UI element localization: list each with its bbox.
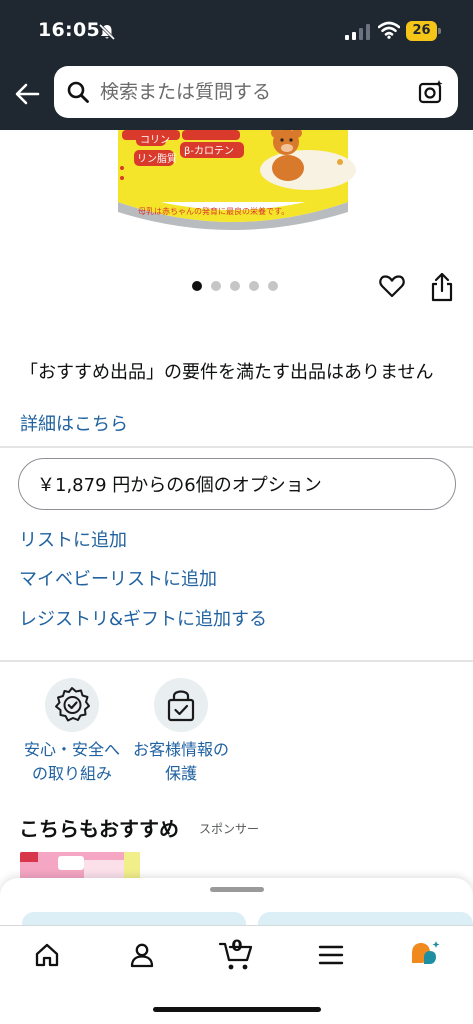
recommendations-title: こちらもおすすめ [19, 817, 179, 841]
svg-text:コリン: コリン [140, 135, 170, 146]
no-featured-offer-message: 「おすすめ出品」の要件を満たす出品はありません [20, 362, 434, 383]
tab-account[interactable] [122, 937, 162, 973]
tab-home[interactable] [27, 937, 67, 973]
top-header: 16:05 26 [0, 0, 473, 130]
carousel-dot[interactable] [192, 281, 202, 291]
signal-icon [345, 24, 370, 40]
lock-check-icon [167, 690, 195, 722]
tab-menu[interactable] [311, 937, 351, 973]
search-input[interactable] [100, 66, 400, 118]
badge-label-line: お客様情報の [132, 740, 229, 759]
shield-check-icon [55, 687, 90, 722]
cart-count-badge: 0 [231, 936, 243, 955]
heart-icon[interactable] [378, 272, 406, 300]
divider [0, 446, 473, 448]
carousel-dot[interactable] [211, 281, 221, 291]
search-bar[interactable] [54, 66, 458, 118]
user-icon [130, 943, 154, 968]
back-arrow-icon [15, 83, 40, 105]
badge-label-line: の取り組み [31, 764, 112, 783]
details-link[interactable]: 詳細はこちら [20, 410, 128, 436]
svg-text:母乳は赤ちゃんの発育に最良の栄養です。: 母乳は赤ちゃんの発育に最良の栄養です。 [138, 206, 289, 216]
carousel-dot[interactable] [230, 281, 240, 291]
add-to-registry-link[interactable]: レジストリ&ギフトに追加する [19, 605, 267, 631]
battery-level: 26 [406, 21, 437, 41]
assistant-chat-icon [412, 941, 440, 964]
sponsored-label: スポンサー [199, 822, 260, 836]
svg-text:リン脂質: リン脂質 [137, 152, 177, 165]
tab-rufus-assistant[interactable] [406, 937, 446, 973]
share-icon[interactable] [428, 272, 456, 302]
home-icon [35, 943, 59, 967]
badge-label-line: 安心・安全へ [23, 740, 120, 759]
add-to-list-link[interactable]: リストに追加 [19, 526, 127, 552]
product-can-illustration: コリン リン脂質 β-カロテン 母乳は赤ちゃんの発育に最良の栄養です。 [118, 130, 356, 230]
customer-data-protection-badge[interactable]: お客様情報の 保護 [121, 678, 241, 786]
home-indicator [153, 1007, 321, 1012]
search-icon [67, 81, 89, 103]
wifi-icon [378, 21, 400, 39]
status-time: 16:05 [38, 19, 100, 41]
battery-indicator: 26 [406, 21, 442, 41]
divider [0, 660, 473, 662]
tab-cart[interactable]: 0 [216, 936, 256, 973]
carousel-dot[interactable] [268, 281, 278, 291]
product-image[interactable]: コリン リン脂質 β-カロテン 母乳は赤ちゃんの発育に最良の栄養です。 [108, 130, 358, 235]
svg-text:β-カロテン: β-カロテン [184, 145, 234, 157]
safety-commitment-badge[interactable]: 安心・安全へ の取り組み [12, 678, 132, 786]
carousel-dot[interactable] [249, 281, 259, 291]
add-to-baby-list-link[interactable]: マイベビーリストに追加 [19, 565, 217, 591]
back-button[interactable] [8, 72, 46, 116]
image-carousel-dots[interactable] [192, 281, 278, 291]
sheet-drag-handle[interactable] [210, 887, 264, 892]
buying-options-button[interactable]: ￥1,879 円からの6個のオプション [18, 458, 456, 510]
badge-label-line: 保護 [164, 764, 197, 783]
bell-muted-icon [98, 23, 116, 41]
camera-scan-icon[interactable] [418, 79, 444, 105]
menu-icon [318, 945, 344, 965]
